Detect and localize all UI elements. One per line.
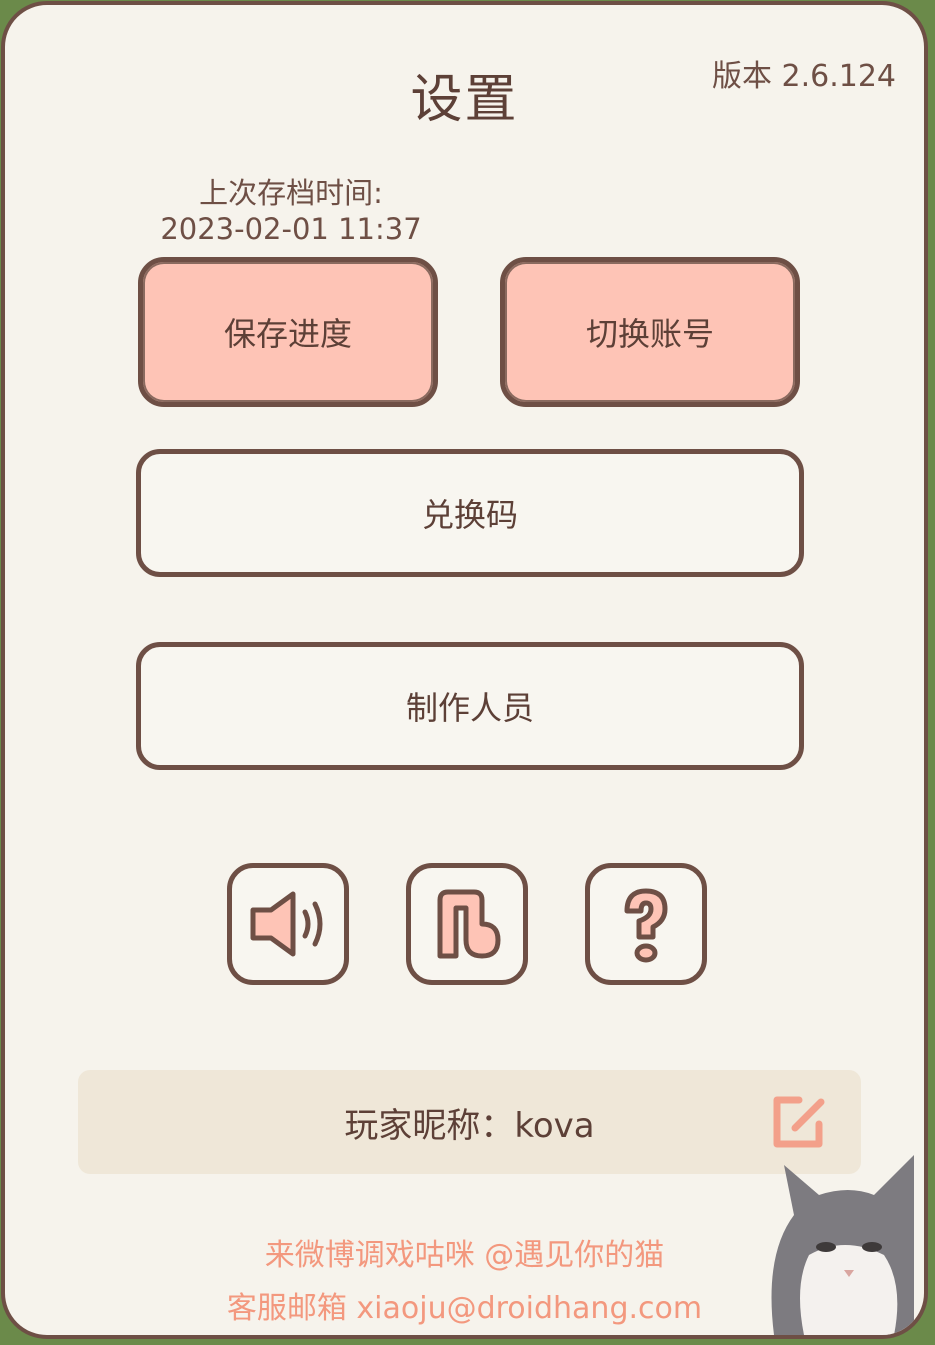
last-save-info: 上次存档时间: 2023-02-01 11:37 — [131, 175, 451, 247]
redeem-code-button[interactable]: 兑换码 — [136, 449, 804, 577]
question-mark-icon — [624, 888, 668, 963]
cat-illustration — [771, 1155, 914, 1335]
sound-toggle-button[interactable] — [227, 863, 349, 985]
version-label: 版本 2.6.124 — [711, 59, 896, 94]
nickname-bar: 玩家昵称：kova — [78, 1070, 861, 1174]
credits-button[interactable]: 制作人员 — [136, 642, 804, 770]
music-toggle-button[interactable] — [406, 863, 528, 985]
save-progress-button[interactable]: 保存进度 — [138, 257, 438, 407]
help-button[interactable] — [585, 863, 707, 985]
speaker-icon — [250, 891, 323, 957]
switch-account-button[interactable]: 切换账号 — [500, 257, 800, 407]
last-save-label: 上次存档时间: — [199, 176, 383, 210]
last-save-time: 2023-02-01 11:37 — [160, 212, 422, 246]
settings-panel: 设置 版本 2.6.124 上次存档时间: 2023-02-01 11:37 保… — [1, 1, 928, 1339]
player-nickname: 玩家昵称：kova — [344, 1105, 595, 1146]
music-note-icon — [437, 889, 501, 959]
